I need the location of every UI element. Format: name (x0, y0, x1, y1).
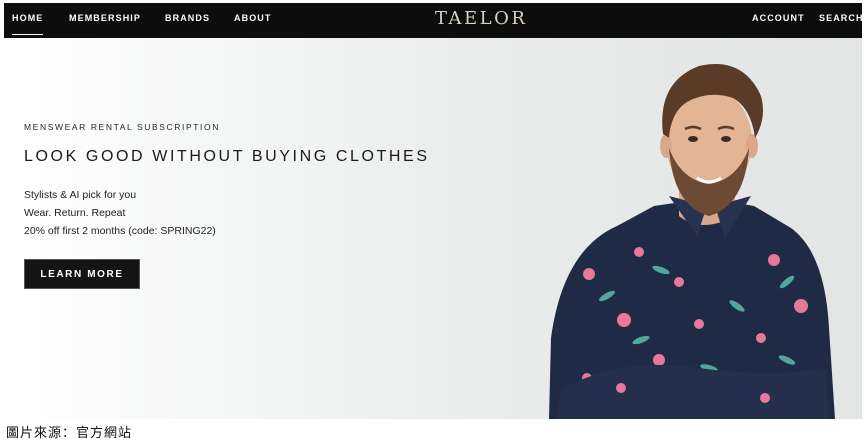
website-screenshot: HOME MEMBERSHIP BRANDS ABOUT TAELOR ACCO… (4, 3, 862, 419)
nav-membership[interactable]: MEMBERSHIP (69, 3, 141, 38)
hero-banner: MENSWEAR RENTAL SUBSCRIPTION LOOK GOOD W… (4, 38, 862, 419)
hero-feature: 20% off first 2 months (code: SPRING22) (24, 225, 216, 237)
top-navbar: HOME MEMBERSHIP BRANDS ABOUT TAELOR ACCO… (4, 3, 862, 38)
nav-home[interactable]: HOME (12, 3, 44, 38)
hero-feature: Wear. Return. Repeat (24, 207, 126, 219)
nav-about[interactable]: ABOUT (234, 3, 272, 38)
learn-more-button[interactable]: LEARN MORE (24, 259, 140, 289)
model-photo (549, 64, 835, 419)
hero-eyebrow: MENSWEAR RENTAL SUBSCRIPTION (24, 122, 220, 132)
hero-headline: LOOK GOOD WITHOUT BUYING CLOTHES (24, 148, 430, 165)
nav-account[interactable]: ACCOUNT (752, 3, 805, 38)
nav-brands[interactable]: BRANDS (165, 3, 210, 38)
brand-logo[interactable]: TAELOR (435, 5, 527, 33)
nav-search[interactable]: SEARCH (819, 3, 862, 38)
hero-feature: Stylists & AI pick for you (24, 189, 137, 201)
image-caption: 圖片來源：官方網站 (6, 426, 133, 441)
